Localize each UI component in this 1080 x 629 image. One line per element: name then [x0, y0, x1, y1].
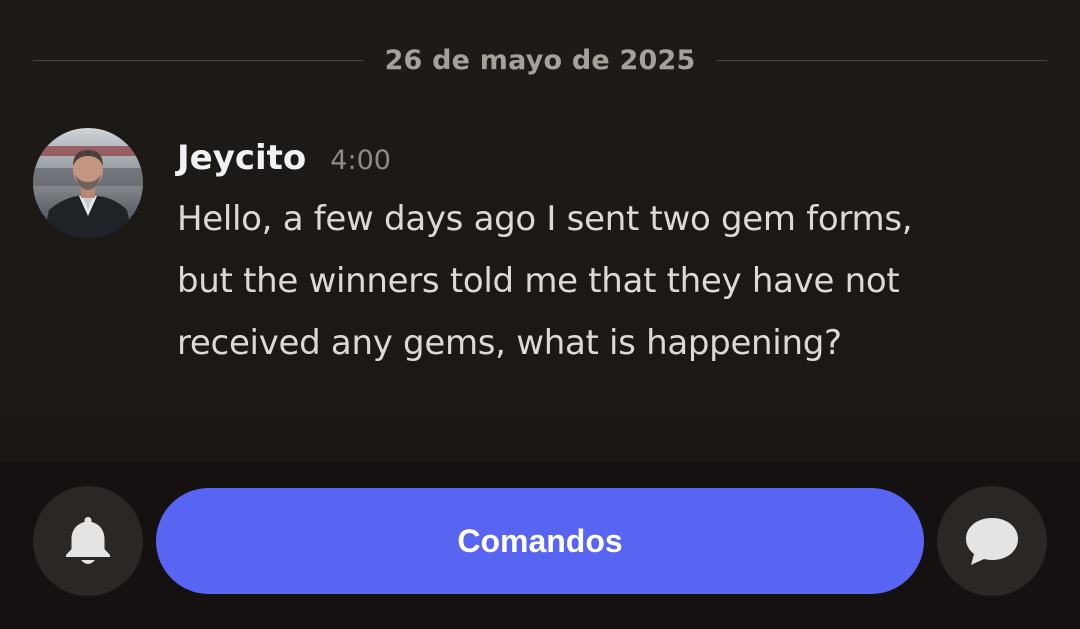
chat-screen: 26 de mayo de 2025 Jeycito 4:00 Hello, a… — [0, 0, 1080, 629]
date-divider: 26 de mayo de 2025 — [33, 40, 1047, 80]
notifications-button[interactable] — [33, 486, 143, 596]
bottom-bar: Comandos — [0, 462, 1080, 629]
message-body: Jeycito 4:00 Hello, a few days ago I sen… — [177, 138, 1037, 374]
message-line: received any gems, what is happening? — [177, 323, 842, 363]
message-line: Hello, a few days ago I sent two gem for… — [177, 199, 913, 239]
message-text: Hello, a few days ago I sent two gem for… — [177, 188, 1037, 374]
bell-icon — [66, 517, 110, 564]
message-header: Jeycito 4:00 — [177, 138, 1037, 184]
message-line: but the winners told me that they have n… — [177, 261, 900, 301]
username[interactable]: Jeycito — [177, 138, 306, 178]
avatar-image — [33, 128, 143, 238]
avatar[interactable] — [33, 128, 143, 238]
divider-line-right — [717, 59, 1047, 61]
chat-button[interactable] — [937, 486, 1047, 596]
commands-button[interactable]: Comandos — [156, 488, 924, 594]
divider-line-left — [33, 59, 363, 61]
date-label: 26 de mayo de 2025 — [384, 44, 696, 76]
message-timestamp: 4:00 — [330, 145, 391, 176]
chat-bubble-icon — [966, 518, 1018, 565]
